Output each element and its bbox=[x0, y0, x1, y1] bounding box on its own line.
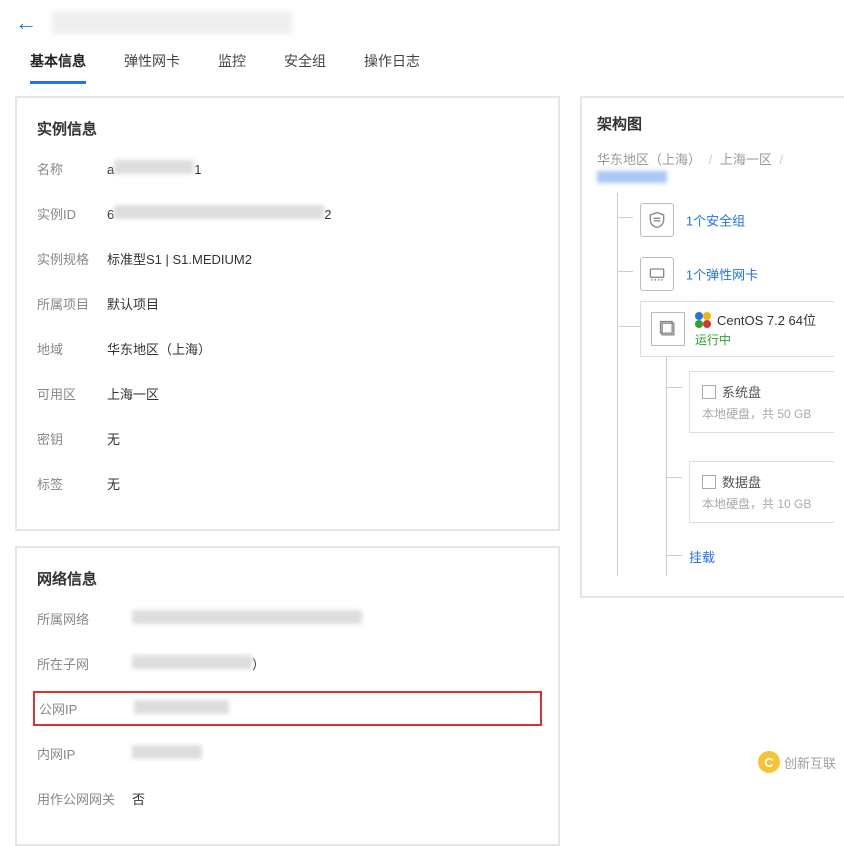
instance-info-panel: 实例信息 名称 a1 实例ID 62 实例规格 标准型S1 | S1.MEDIU… bbox=[15, 96, 560, 531]
value-keypair: 无 bbox=[107, 429, 120, 448]
value-vpc bbox=[132, 610, 362, 627]
page-title-redacted bbox=[52, 12, 292, 34]
value-public-ip bbox=[134, 700, 229, 717]
value-name: a1 bbox=[107, 160, 201, 177]
instance-info-title: 实例信息 bbox=[37, 118, 538, 139]
label-gateway: 用作公网网关 bbox=[37, 789, 132, 808]
architecture-title: 架构图 bbox=[597, 113, 834, 134]
row-vpc: 所属网络 bbox=[37, 609, 538, 628]
watermark: C 创新互联 bbox=[758, 751, 836, 773]
tree-node-eni: 1个弹性网卡 bbox=[618, 247, 834, 301]
row-tag: 标签 无 bbox=[37, 474, 538, 493]
label-vpc: 所属网络 bbox=[37, 609, 132, 628]
label-project: 所属项目 bbox=[37, 294, 107, 313]
system-disk-name: 系统盘 bbox=[722, 382, 761, 401]
row-private-ip: 内网IP bbox=[37, 744, 538, 763]
value-tag: 无 bbox=[107, 474, 120, 493]
public-ip-highlight: 公网IP bbox=[33, 691, 542, 726]
network-info-panel: 网络信息 所属网络 所在子网 ） 公网IP 内网IP 用作公网网关 bbox=[15, 546, 560, 846]
breadcrumb-sep-icon: / bbox=[709, 152, 713, 167]
os-logo-icon bbox=[695, 312, 711, 328]
data-disk-desc: 本地硬盘，共 10 GB bbox=[702, 495, 822, 512]
disk-icon bbox=[702, 385, 716, 399]
value-private-ip bbox=[132, 745, 202, 762]
shield-icon bbox=[640, 203, 674, 237]
watermark-text: 创新互联 bbox=[784, 753, 836, 772]
row-public-ip: 公网IP bbox=[39, 699, 536, 718]
breadcrumb-redacted bbox=[597, 171, 667, 183]
network-card-icon bbox=[640, 257, 674, 291]
architecture-breadcrumb: 华东地区（上海） / 上海一区 / bbox=[597, 149, 834, 183]
row-project: 所属项目 默认项目 bbox=[37, 294, 538, 313]
tabs-bar: 基本信息 弹性网卡 监控 安全组 操作日志 bbox=[0, 41, 844, 84]
label-keypair: 密钥 bbox=[37, 429, 107, 448]
label-region: 地域 bbox=[37, 339, 107, 358]
row-spec: 实例规格 标准型S1 | S1.MEDIUM2 bbox=[37, 249, 538, 268]
architecture-panel: 架构图 华东地区（上海） / 上海一区 / 1个安全组 bbox=[580, 96, 844, 598]
breadcrumb-zone: 上海一区 bbox=[720, 152, 772, 167]
label-subnet: 所在子网 bbox=[37, 654, 132, 673]
tab-monitor[interactable]: 监控 bbox=[218, 51, 246, 84]
disk-icon bbox=[702, 475, 716, 489]
value-spec: 标准型S1 | S1.MEDIUM2 bbox=[107, 249, 252, 268]
tree-node-os: CentOS 7.2 64位 运行中 bbox=[640, 301, 834, 357]
breadcrumb-sep-icon: / bbox=[780, 152, 784, 167]
os-status: 运行中 bbox=[695, 331, 816, 348]
value-region: 华东地区（上海） bbox=[107, 339, 211, 358]
tab-eni[interactable]: 弹性网卡 bbox=[124, 51, 180, 84]
eni-link[interactable]: 1个弹性网卡 bbox=[686, 268, 758, 283]
security-group-link[interactable]: 1个安全组 bbox=[686, 214, 745, 229]
os-name: CentOS 7.2 64位 bbox=[717, 310, 816, 329]
value-project: 默认项目 bbox=[107, 294, 159, 313]
label-public-ip: 公网IP bbox=[39, 699, 134, 718]
label-zone: 可用区 bbox=[37, 384, 107, 403]
tree-node-data-disk: 数据盘 本地硬盘，共 10 GB bbox=[667, 447, 834, 537]
breadcrumb-region: 华东地区（上海） bbox=[597, 152, 701, 167]
row-gateway: 用作公网网关 否 bbox=[37, 789, 538, 808]
tab-security-group[interactable]: 安全组 bbox=[284, 51, 326, 84]
value-gateway: 否 bbox=[132, 789, 145, 808]
value-zone: 上海一区 bbox=[107, 384, 159, 403]
row-instance-id: 实例ID 62 bbox=[37, 204, 538, 223]
system-disk-desc: 本地硬盘，共 50 GB bbox=[702, 405, 822, 422]
label-instance-id: 实例ID bbox=[37, 204, 107, 223]
watermark-logo-icon: C bbox=[758, 751, 780, 773]
tree-node-security-group: 1个安全组 bbox=[618, 193, 834, 247]
label-tag: 标签 bbox=[37, 474, 107, 493]
row-region: 地域 华东地区（上海） bbox=[37, 339, 538, 358]
label-spec: 实例规格 bbox=[37, 249, 107, 268]
tab-basic-info[interactable]: 基本信息 bbox=[30, 51, 86, 84]
value-subnet: ） bbox=[132, 654, 265, 673]
label-private-ip: 内网IP bbox=[37, 744, 132, 763]
label-name: 名称 bbox=[37, 159, 107, 178]
disk-subtree: 系统盘 本地硬盘，共 50 GB 数据盘 本地硬盘，共 10 GB bbox=[666, 357, 834, 576]
back-arrow-icon[interactable]: ← bbox=[15, 10, 37, 36]
server-stack-icon bbox=[651, 312, 685, 346]
row-zone: 可用区 上海一区 bbox=[37, 384, 538, 403]
tab-operation-log[interactable]: 操作日志 bbox=[364, 51, 420, 84]
tree-node-system-disk: 系统盘 本地硬盘，共 50 GB bbox=[667, 357, 834, 447]
row-keypair: 密钥 无 bbox=[37, 429, 538, 448]
architecture-tree: 1个安全组 1个弹性网卡 CentOS 7.2 64位 bbox=[617, 193, 834, 576]
data-disk-name: 数据盘 bbox=[722, 472, 761, 491]
value-instance-id: 62 bbox=[107, 205, 331, 222]
row-subnet: 所在子网 ） bbox=[37, 654, 538, 673]
row-name: 名称 a1 bbox=[37, 159, 538, 178]
mount-link[interactable]: 挂载 bbox=[689, 537, 715, 576]
network-info-title: 网络信息 bbox=[37, 568, 538, 589]
